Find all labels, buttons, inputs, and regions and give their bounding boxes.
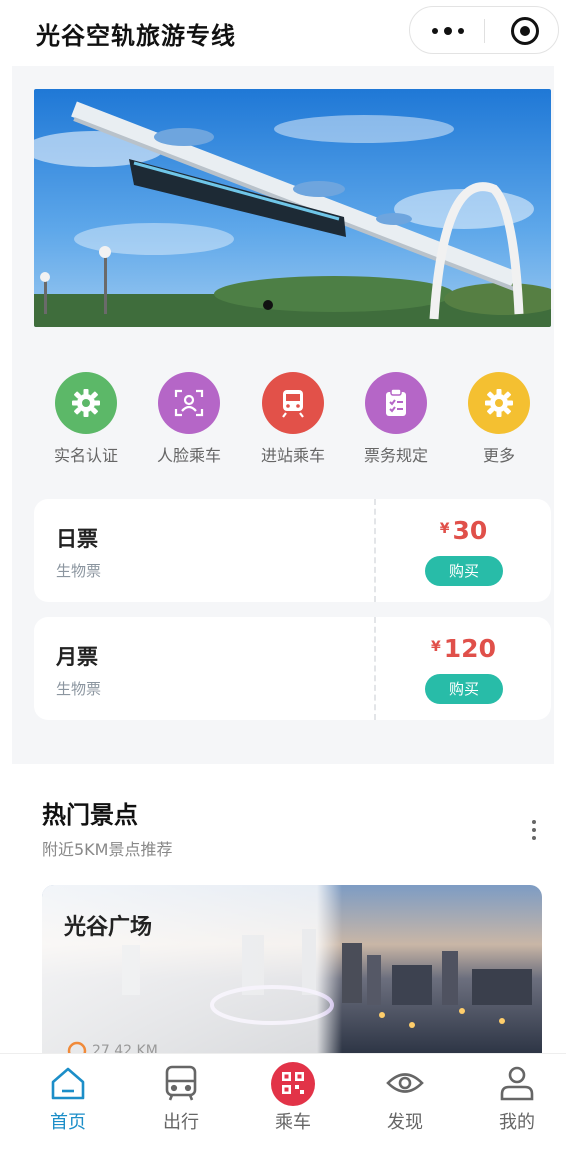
quick-actions: 实名认证 人脸乘车 进站乘车 票务规定 更多: [34, 370, 551, 470]
train-icon: [282, 390, 304, 418]
capsule-divider: [484, 19, 485, 43]
eye-icon: [386, 1073, 424, 1093]
app-header: 光谷空轨旅游专线: [0, 0, 566, 66]
tab-ride[interactable]: 乘车: [237, 1054, 349, 1151]
tab-label: 我的: [499, 1112, 535, 1133]
app-title: 光谷空轨旅游专线: [36, 22, 236, 50]
tab-label: 出行: [163, 1112, 199, 1133]
tab-label: 首页: [50, 1112, 86, 1133]
quick-action-label: 人脸乘车: [156, 446, 221, 465]
quick-action-more[interactable]: 更多: [447, 370, 551, 470]
ticket-name: 日票: [56, 527, 98, 551]
bottom-tab-bar: 首页 出行 乘车 发现 我的: [0, 1053, 566, 1151]
currency-symbol: ¥: [439, 521, 450, 537]
buy-button[interactable]: 购买: [425, 556, 503, 586]
quick-action-face-ride[interactable]: 人脸乘车: [137, 370, 241, 470]
gear-icon: [485, 389, 513, 417]
qr-code-icon: [271, 1062, 315, 1106]
attraction-name: 光谷广场: [64, 915, 153, 940]
ticket-type: 生物票: [56, 680, 102, 698]
tab-discover[interactable]: 发现: [349, 1054, 461, 1151]
gear-icon: [72, 389, 100, 417]
tab-label: 乘车: [275, 1112, 311, 1133]
price-value: 30: [452, 516, 488, 545]
more-circle: [468, 372, 530, 434]
ticket-type: 生物票: [56, 562, 102, 580]
buy-button[interactable]: 购买: [425, 674, 503, 704]
quick-action-label: 更多: [482, 446, 515, 465]
ticket-name: 月票: [56, 645, 98, 669]
section-title: 热门景点: [42, 801, 138, 829]
ticket-price: ¥30: [376, 516, 551, 545]
quick-action-label: 票务规定: [363, 446, 428, 465]
quick-action-label: 实名认证: [53, 446, 118, 465]
currency-symbol: ¥: [431, 639, 441, 655]
price-value: 120: [443, 634, 496, 663]
ticket-divider: [374, 617, 376, 720]
ticket-rules-circle: [365, 372, 427, 434]
tab-mine[interactable]: 我的: [461, 1054, 566, 1151]
clipboard-icon: [386, 388, 406, 416]
quick-action-enter-station[interactable]: 进站乘车: [241, 370, 345, 470]
ticket-card-day: 日票 生物票 ¥30 购买: [34, 499, 551, 602]
quick-action-ticket-rules[interactable]: 票务规定: [344, 370, 448, 470]
face-scan-icon: [174, 389, 204, 417]
enter-station-circle: [262, 372, 324, 434]
tab-home[interactable]: 首页: [12, 1054, 124, 1151]
close-mini-program-icon[interactable]: [511, 17, 539, 45]
user-icon: [500, 1066, 534, 1101]
bus-icon: [165, 1065, 197, 1101]
face-ride-circle: [158, 372, 220, 434]
real-name-circle: [55, 372, 117, 434]
tab-travel[interactable]: 出行: [125, 1054, 237, 1151]
section-subtitle: 附近5KM景点推荐: [42, 840, 173, 859]
home-icon: [51, 1067, 85, 1100]
ticket-card-month: 月票 生物票 ¥120 购买: [34, 617, 551, 720]
attraction-card[interactable]: 光谷广场 27.42 KM: [42, 885, 542, 1055]
tab-label: 发现: [387, 1112, 423, 1133]
ticket-price: ¥120: [376, 634, 551, 663]
quick-action-real-name[interactable]: 实名认证: [34, 370, 138, 470]
more-options-icon[interactable]: [432, 23, 466, 39]
banner-photo: [34, 89, 551, 327]
more-vertical-icon[interactable]: [530, 818, 538, 842]
banner-image[interactable]: [34, 89, 551, 327]
mini-program-capsule: [409, 6, 559, 54]
ticket-divider: [374, 499, 376, 602]
quick-action-label: 进站乘车: [260, 446, 325, 465]
